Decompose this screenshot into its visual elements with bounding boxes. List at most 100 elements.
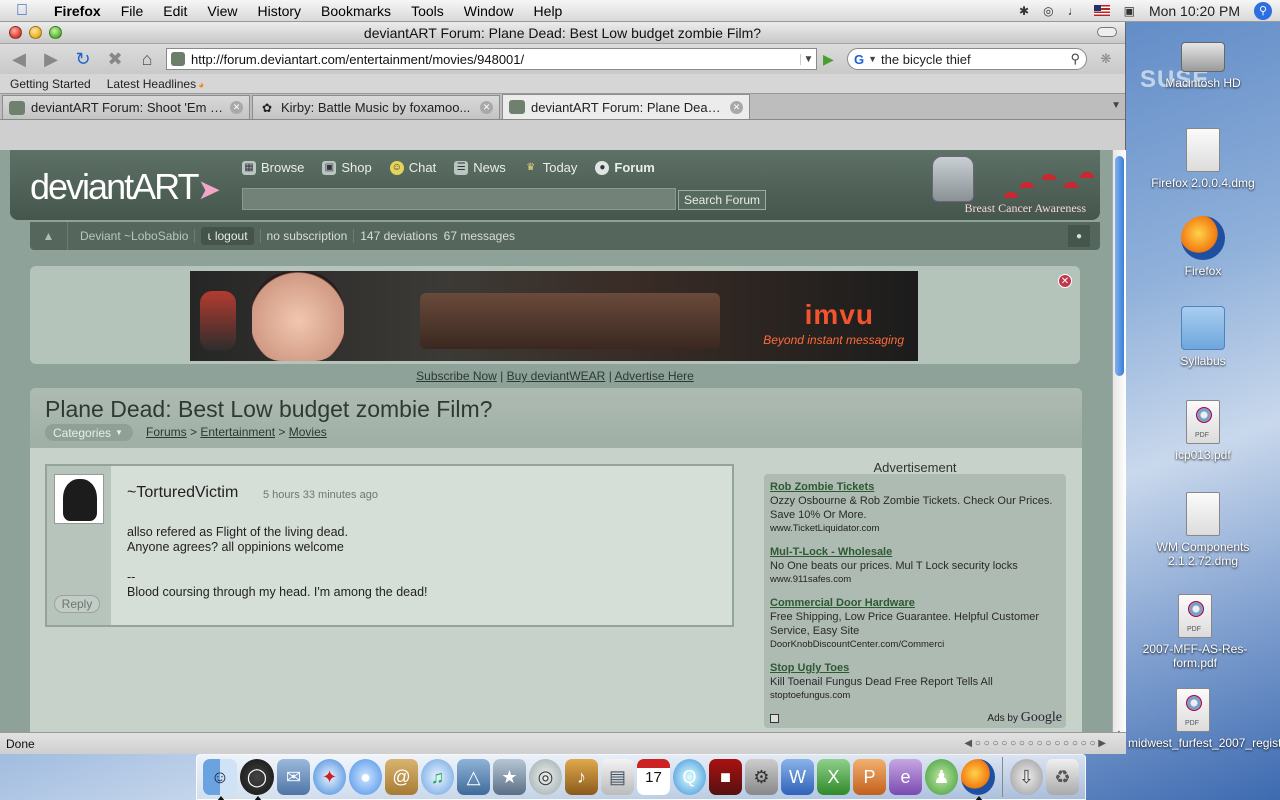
photo-booth-icon[interactable]: ■ xyxy=(709,759,742,795)
crumb-forums[interactable]: Forums xyxy=(146,425,187,439)
volume-icon[interactable]: ♩ xyxy=(1068,4,1080,18)
forward-arrow-icon[interactable]: ▶ xyxy=(38,47,64,71)
url-history-dropdown-icon[interactable]: ▼ xyxy=(800,53,816,65)
logout-button[interactable]: ⍳ logout xyxy=(201,227,254,245)
subscription-link[interactable]: no subscription xyxy=(259,229,355,243)
display-icon[interactable]: ▣ xyxy=(1124,4,1135,18)
toolbar-toggle-button[interactable] xyxy=(1097,27,1117,37)
ad-url[interactable]: DoorKnobDiscountCenter.com/Commerci xyxy=(770,638,1060,652)
menu-tools[interactable]: Tools xyxy=(401,3,454,19)
bookmark-latest-headlines[interactable]: Latest Headlines ◕ xyxy=(107,77,204,91)
ads-by-google[interactable]: Ads by Google xyxy=(987,710,1062,726)
entourage-icon[interactable]: e xyxy=(889,759,922,795)
menu-help[interactable]: Help xyxy=(524,3,573,19)
search-bar[interactable]: G ▼ the bicycle thief ⚲ xyxy=(847,48,1087,70)
vertical-scrollbar[interactable]: ▲ ▼ xyxy=(1112,150,1126,752)
menu-view[interactable]: View xyxy=(197,3,247,19)
bluetooth-icon[interactable]: ✱ xyxy=(1019,4,1029,18)
ad-choices-icon[interactable] xyxy=(770,713,779,723)
da-logo[interactable]: deviantART➤ xyxy=(30,166,221,208)
buy-deviantwear-link[interactable]: Buy deviantWEAR xyxy=(507,369,606,383)
close-ad-icon[interactable]: ✕ xyxy=(1058,274,1072,288)
ad-item[interactable]: Rob Zombie Tickets Ozzy Osbourne & Rob Zo… xyxy=(770,480,1060,536)
tab-plane-dead[interactable]: deviantART Forum: Plane Dead... ✕ xyxy=(502,94,750,119)
dock-toggle-icon[interactable]: ▲ xyxy=(30,222,68,250)
search-text[interactable]: the bicycle thief xyxy=(881,52,971,67)
post-author[interactable]: ~TorturedVictim xyxy=(127,484,238,502)
dashboard-icon[interactable]: ◯ xyxy=(240,759,274,795)
tab-close-icon[interactable]: ✕ xyxy=(480,101,493,114)
scrollbar-thumb[interactable] xyxy=(1115,156,1124,376)
messages-link[interactable]: 67 messages xyxy=(444,229,515,243)
mail-icon[interactable]: ✉ xyxy=(277,759,310,795)
desktop-icon-firefox-dmg[interactable]: Firefox 2.0.0.4.dmg xyxy=(1138,128,1268,190)
username-link[interactable]: Deviant ~LoboSabio xyxy=(68,229,196,243)
desktop-icon-icp013[interactable]: PDF icp013.pdf xyxy=(1138,400,1268,462)
menu-history[interactable]: History xyxy=(247,3,311,19)
ad-title[interactable]: Mul-T-Lock - Wholesale xyxy=(770,545,1060,559)
home-icon[interactable]: ⌂ xyxy=(134,47,160,71)
address-book-icon[interactable]: @ xyxy=(385,759,418,795)
post-timestamp[interactable]: 5 hours 33 minutes ago xyxy=(263,489,378,501)
tab-close-icon[interactable]: ✕ xyxy=(230,101,243,114)
menu-edit[interactable]: Edit xyxy=(153,3,197,19)
back-arrow-icon[interactable]: ◀ xyxy=(6,47,32,71)
dvd-player-icon[interactable]: ◎ xyxy=(529,759,562,795)
menu-clock[interactable]: Mon 10:20 PM xyxy=(1149,3,1240,19)
nav-shop[interactable]: ▣ Shop xyxy=(322,160,372,175)
ichat-icon[interactable]: ● xyxy=(349,759,382,795)
reply-button[interactable]: Reply xyxy=(54,595,100,613)
menu-app-name[interactable]: Firefox xyxy=(44,3,111,19)
iphoto-icon[interactable]: △ xyxy=(457,759,490,795)
menu-bookmarks[interactable]: Bookmarks xyxy=(311,3,401,19)
tab-list-arrow-icon[interactable]: ▼ xyxy=(1111,100,1121,111)
menu-file[interactable]: File xyxy=(111,3,154,19)
deviations-link[interactable]: 147 deviations xyxy=(354,229,443,243)
ad-url[interactable]: www.911safes.com xyxy=(770,573,1060,587)
word-icon[interactable]: W xyxy=(781,759,814,795)
desktop-icon-syllabus[interactable]: Syllabus xyxy=(1138,306,1268,368)
categories-button[interactable]: Categories ▼ xyxy=(45,424,133,441)
input-flag-icon[interactable] xyxy=(1093,5,1110,16)
menu-window[interactable]: Window xyxy=(454,3,524,19)
messenger-icon[interactable]: ♟ xyxy=(925,759,958,795)
finder-icon[interactable]: ☺ xyxy=(203,759,237,795)
firefox-icon[interactable] xyxy=(961,759,995,795)
subscribe-now-link[interactable]: Subscribe Now xyxy=(416,369,497,383)
google-engine-icon[interactable]: G xyxy=(854,52,864,67)
crumb-movies[interactable]: Movies xyxy=(289,425,327,439)
forum-search-input[interactable] xyxy=(242,188,676,210)
ad-item[interactable]: Commercial Door Hardware Free Shipping, L… xyxy=(770,596,1060,652)
breast-cancer-banner[interactable]: Breast Cancer Awareness xyxy=(924,152,1094,218)
desktop-icon-furfest[interactable]: PDF midwest_furfest_2007_registr...0407.p… xyxy=(1128,688,1280,750)
go-arrow-icon[interactable]: ▶ xyxy=(823,51,841,68)
ad-title[interactable]: Stop Ugly Toes xyxy=(770,661,1060,675)
powerpoint-icon[interactable]: P xyxy=(853,759,886,795)
safari-icon[interactable]: ✦ xyxy=(313,759,346,795)
garageband-icon[interactable]: ♪ xyxy=(565,759,598,795)
imovie-icon[interactable]: ★ xyxy=(493,759,526,795)
ad-item[interactable]: Mul-T-Lock - Wholesale No One beats our p… xyxy=(770,545,1060,587)
trash-icon[interactable]: ♻ xyxy=(1045,759,1079,795)
desktop-icon-firefox[interactable]: Firefox xyxy=(1138,216,1268,278)
stop-icon[interactable]: ✖ xyxy=(102,47,128,71)
notification-icon[interactable]: ● xyxy=(1068,225,1090,247)
spotlight-icon[interactable]: ⚲ xyxy=(1254,1,1272,20)
desktop-icon-wm-components[interactable]: WM Components 2.1.2.72.dmg xyxy=(1138,492,1268,568)
ad-url[interactable]: www.TicketLiquidator.com xyxy=(770,522,1060,536)
tab-kirby[interactable]: ✿ Kirby: Battle Music by foxamoo... ✕ xyxy=(252,95,500,119)
url-bar[interactable]: http://forum.deviantart.com/entertainmen… xyxy=(166,48,817,70)
avatar[interactable] xyxy=(54,474,104,524)
imvu-banner[interactable]: imvu Beyond instant messaging xyxy=(190,271,918,361)
bookmark-getting-started[interactable]: Getting Started xyxy=(10,77,91,91)
ad-title[interactable]: Commercial Door Hardware xyxy=(770,596,1060,610)
crumb-entertainment[interactable]: Entertainment xyxy=(200,425,275,439)
desktop-icon-macintosh-hd[interactable]: Macintosh HD xyxy=(1138,32,1268,90)
status-addon-icons[interactable]: ◀ ○ ○ ○ ○ ○ ○ ○ ○ ○ ○ ○ ○ ○ ○ ▶ xyxy=(964,738,1126,749)
nav-chat[interactable]: ☺ Chat xyxy=(389,160,436,175)
advertise-here-link[interactable]: Advertise Here xyxy=(614,369,693,383)
system-prefs-icon[interactable]: ⚙ xyxy=(745,759,778,795)
downloads-icon[interactable]: ⇩ xyxy=(1009,759,1043,795)
quicktime-icon[interactable]: Q xyxy=(673,759,706,795)
apple-menu-icon[interactable]:  xyxy=(0,2,44,20)
